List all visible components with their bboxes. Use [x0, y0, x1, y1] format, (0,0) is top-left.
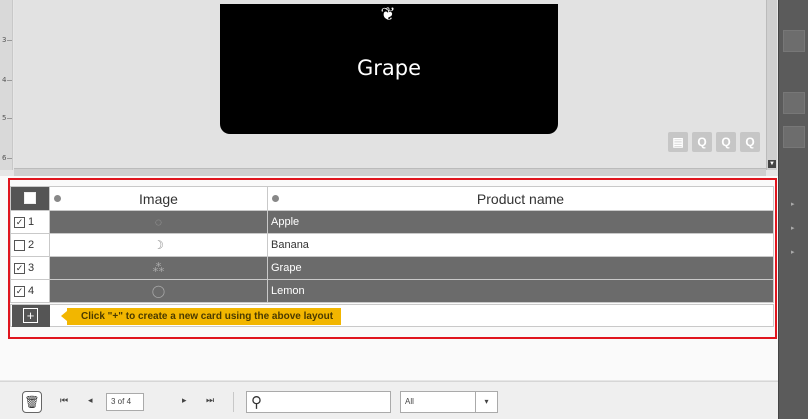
search-input[interactable]: ⚲ [246, 391, 391, 413]
expand-arrow-icon[interactable]: ▸ [791, 200, 795, 208]
filter-select[interactable]: All ▾ [400, 391, 498, 413]
expand-arrow-icon[interactable]: ▸ [791, 224, 795, 232]
search-icon: ⚲ [251, 394, 262, 411]
filter-value: All [405, 397, 414, 406]
zoom-toolbar: ▤ Q Q Q [668, 132, 760, 152]
select-all-checkbox[interactable] [24, 191, 36, 204]
plus-icon: + [23, 308, 38, 323]
panel-button[interactable] [783, 126, 805, 148]
row-index: 2 [28, 239, 35, 251]
add-card-button[interactable]: + [12, 305, 50, 327]
last-page-icon[interactable]: ⏭ [206, 395, 214, 406]
data-grid: Image Product name ✓ 1 ◌ Apple 2 ☽ Banana… [10, 186, 774, 303]
column-header-image[interactable]: Image [49, 186, 268, 211]
card-logo-icon: ❦ [380, 4, 396, 24]
row-checkbox[interactable]: ✓ [14, 262, 25, 274]
zoom-in-icon[interactable]: Q [716, 132, 736, 152]
row-index: 3 [28, 262, 35, 274]
chevron-down-icon[interactable]: ▾ [475, 392, 497, 412]
row-checkbox[interactable]: ✓ [14, 216, 25, 228]
right-side-panel: ▸ ▸ ▸ [778, 0, 808, 419]
table-row[interactable]: 2 ☽ Banana [10, 233, 774, 257]
table-row[interactable]: ✓ 4 ◯ Lemon [10, 279, 774, 303]
row-index: 4 [28, 285, 35, 297]
row-checkbox[interactable] [14, 239, 25, 251]
product-name-cell[interactable]: Lemon [267, 279, 774, 303]
card-preview[interactable]: ❦ Grape [220, 4, 558, 134]
visibility-icon[interactable] [54, 195, 61, 202]
row-checkbox[interactable]: ✓ [14, 285, 25, 297]
product-name-cell[interactable]: Apple [267, 210, 774, 234]
zoom-fit-icon[interactable]: Q [692, 132, 712, 152]
banana-icon: ☽ [153, 238, 164, 252]
vertical-scrollbar[interactable]: ▼ [766, 0, 777, 170]
next-page-icon[interactable]: ▸ [182, 395, 187, 406]
ruler-tick: 3 [2, 36, 7, 44]
zoom-out-icon[interactable]: Q [740, 132, 760, 152]
row-index: 1 [28, 216, 35, 228]
vertical-ruler: 3 4 5 6 [0, 0, 13, 170]
product-name-cell[interactable]: Banana [267, 233, 774, 257]
add-card-tooltip: Click "+" to create a new card using the… [60, 308, 342, 325]
scroll-down-icon[interactable]: ▼ [768, 160, 776, 168]
horizontal-scrollbar[interactable] [14, 168, 766, 176]
add-row: + Click "+" to create a new card using t… [10, 304, 774, 327]
design-canvas[interactable]: ❦ Grape ▤ Q Q Q [14, 0, 766, 170]
grape-icon: ⁂ [152, 261, 165, 275]
table-row[interactable]: ✓ 1 ◌ Apple [10, 210, 774, 234]
apple-icon: ◌ [154, 215, 163, 229]
product-name-cell[interactable]: Grape [267, 256, 774, 280]
panel-button[interactable] [783, 92, 805, 114]
ruler-tick: 6 [2, 154, 7, 162]
ruler-tick: 5 [2, 114, 7, 122]
visibility-icon[interactable] [272, 195, 279, 202]
select-all-header[interactable] [10, 186, 50, 211]
toolbar-divider [233, 392, 234, 412]
trash-icon[interactable]: 🗑 [22, 391, 42, 413]
card-title: Grape [356, 56, 422, 80]
ruler-tick: 4 [2, 76, 7, 84]
panel-button[interactable] [783, 30, 805, 52]
page-indicator[interactable]: 3 of 4 [106, 393, 144, 411]
previous-page-icon[interactable]: ◂ [88, 395, 93, 406]
column-header-product-name[interactable]: Product name [267, 186, 774, 211]
table-row[interactable]: ✓ 3 ⁂ Grape [10, 256, 774, 280]
bottom-toolbar: 🗑 ⏮ ◂ 3 of 4 ▸ ⏭ ⚲ All ▾ [0, 381, 778, 419]
lemon-icon: ◯ [151, 284, 166, 298]
expand-arrow-icon[interactable]: ▸ [791, 248, 795, 256]
first-page-icon[interactable]: ⏮ [60, 395, 68, 406]
print-icon[interactable]: ▤ [668, 132, 688, 152]
